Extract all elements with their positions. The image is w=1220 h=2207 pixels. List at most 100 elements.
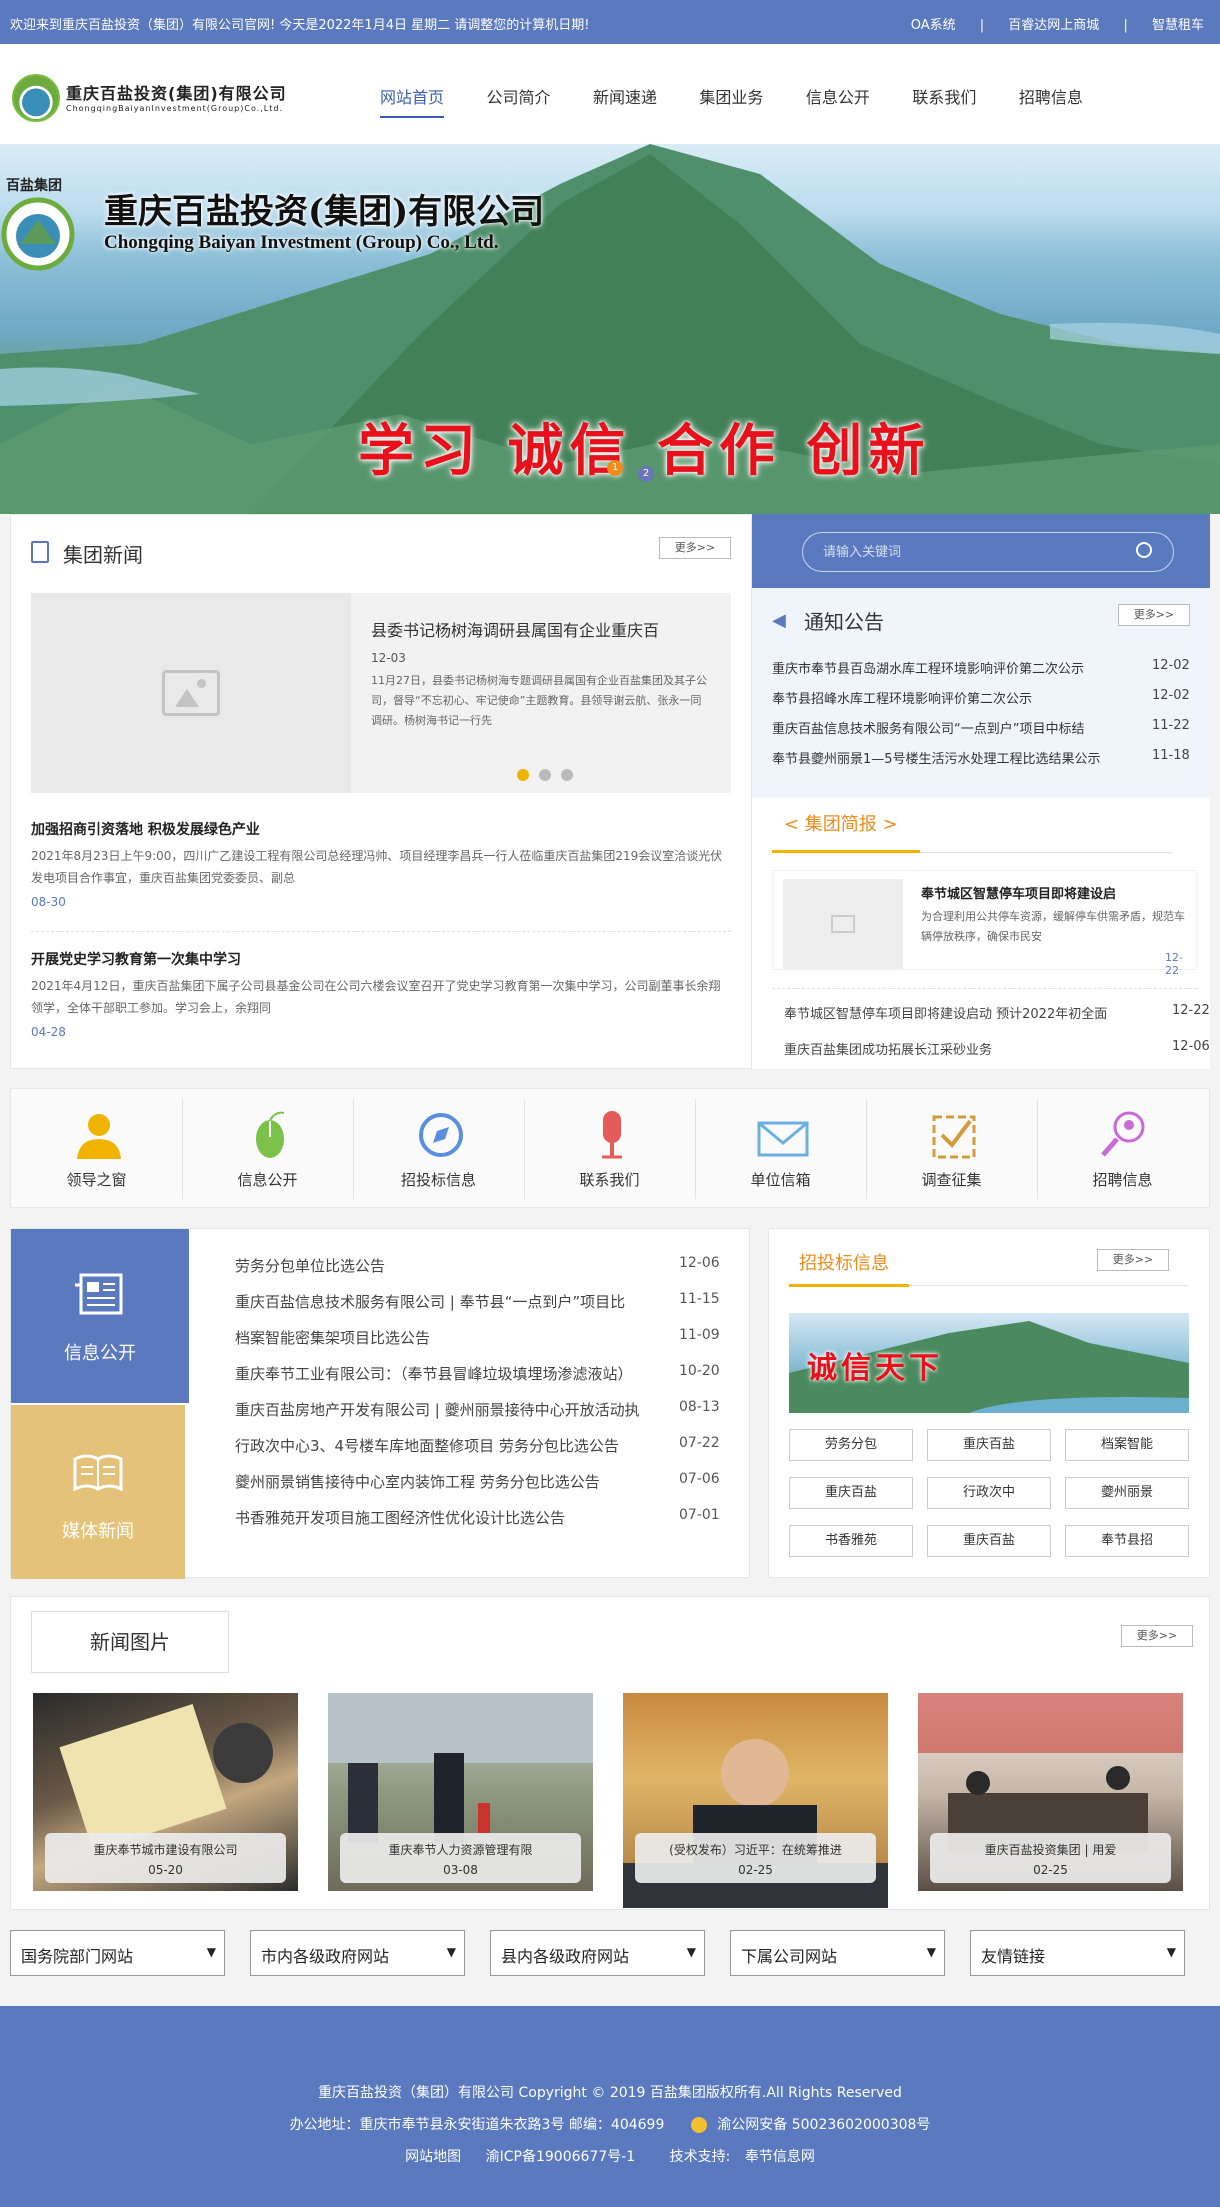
news-picture-card[interactable]: 重庆奉节城市建设有限公司 05-20 xyxy=(33,1693,298,1891)
bidding-tag[interactable]: 劳务分包 xyxy=(789,1429,913,1461)
checklist-icon xyxy=(932,1115,976,1159)
info-list-item[interactable]: 行政次中心3、4号楼车库地面整修项目 劳务分包比选公告 xyxy=(235,1435,675,1456)
bidding-tag[interactable]: 重庆百盐 xyxy=(927,1525,1051,1557)
info-list-item[interactable]: 劳务分包单位比选公告 xyxy=(235,1255,675,1276)
info-list-item[interactable]: 重庆百盐房地产开发有限公司 | 夔州丽景接待中心开放活动执 xyxy=(235,1399,675,1420)
news-picture-card[interactable]: 重庆百盐投资集团 | 用爱 02-25 xyxy=(918,1693,1183,1891)
carousel-dot-2[interactable]: 2 xyxy=(638,466,654,482)
bidding-tag[interactable]: 夔州丽景 xyxy=(1065,1477,1189,1509)
bidding-underline xyxy=(789,1284,909,1287)
briefing-item[interactable]: 奉节城区智慧停车项目即将建设启动 预计2022年初全面 xyxy=(784,1003,1134,1022)
notice-date: 12-02 xyxy=(1152,688,1190,703)
featured-news-desc: 11月27日，县委书记杨树海专题调研县属国有企业百盐集团及其子公司，督导“不忘初… xyxy=(371,674,707,727)
chevron-down-icon: ▼ xyxy=(446,1945,456,1959)
notice-more-button[interactable]: 更多>> xyxy=(1118,604,1190,626)
briefing-panel: < 集团简报 > 奉节城区智慧停车项目即将建设启 为合理利用公共停车资源，缓解停… xyxy=(752,798,1210,1069)
info-list-date: 11-15 xyxy=(679,1291,720,1307)
footer-police-record[interactable]: 渝公网安备 50023602000308号 xyxy=(717,2117,930,2133)
news-picture-card[interactable]: 重庆奉节人力资源管理有限 03-08 xyxy=(328,1693,593,1891)
oa-system-link[interactable]: OA系统 xyxy=(911,18,956,33)
bidding-more-button[interactable]: 更多>> xyxy=(1097,1249,1169,1271)
search-input[interactable] xyxy=(802,532,1174,572)
hero-banner[interactable]: 百盐集团 重庆百盐投资(集团)有限公司 Chongqing Baiyan Inv… xyxy=(0,144,1220,514)
nav-info-public[interactable]: 信息公开 xyxy=(806,84,870,116)
info-list-date: 10-20 xyxy=(679,1363,720,1379)
quick-link-bidding[interactable]: 招投标信息 xyxy=(353,1089,524,1207)
online-mall-link[interactable]: 百睿达网上商城 xyxy=(1008,18,1099,33)
notice-item[interactable]: 重庆市奉节县百岛湖水库工程环境影响评价第二次公示 xyxy=(772,658,1142,677)
briefing-image xyxy=(783,879,903,969)
select-label: 友情链接 xyxy=(981,1947,1046,1966)
mail-icon xyxy=(757,1121,809,1157)
select-city-gov-sites[interactable]: 市内各级政府网站 ▼ xyxy=(250,1930,465,1976)
footer-sitemap-link[interactable]: 网站地图 xyxy=(405,2149,461,2165)
smart-car-rental-link[interactable]: 智慧租车 xyxy=(1152,18,1204,33)
main-nav: 网站首页 公司简介 新闻速递 集团业务 信息公开 联系我们 招聘信息 xyxy=(380,84,1121,118)
nav-home[interactable]: 网站首页 xyxy=(380,84,445,118)
info-list-item[interactable]: 重庆百盐信息技术服务有限公司 | 奉节县“一点到户”项目比 xyxy=(235,1291,675,1312)
search-icon[interactable] xyxy=(1136,542,1152,558)
group-news-more-button[interactable]: 更多>> xyxy=(659,537,731,559)
quick-link-jobs[interactable]: 招聘信息 xyxy=(1037,1089,1208,1207)
news-item-title[interactable]: 加强招商引资落地 积极发展绿色产业 xyxy=(31,819,731,839)
logo-chinese-name[interactable]: 重庆百盐投资(集团)有限公司 xyxy=(66,80,287,104)
nav-jobs[interactable]: 招聘信息 xyxy=(1019,84,1083,116)
tab-info-public[interactable]: 信息公开 xyxy=(11,1229,189,1403)
news-list-item[interactable]: 加强招商引资落地 积极发展绿色产业 2021年8月23日上午9:00，四川广乙建… xyxy=(31,819,731,909)
caption-date: 02-25 xyxy=(738,1863,773,1877)
quick-link-mailbox[interactable]: 单位信箱 xyxy=(695,1089,866,1207)
info-list-date: 07-01 xyxy=(679,1507,720,1523)
quick-link-leader[interactable]: 领导之窗 xyxy=(11,1089,182,1207)
info-list-item[interactable]: 重庆奉节工业有限公司：（奉节县冒峰垃圾填埋场渗滤液站） xyxy=(235,1363,675,1384)
nav-about[interactable]: 公司简介 xyxy=(486,84,550,116)
bidding-tag[interactable]: 行政次中 xyxy=(927,1477,1051,1509)
tab-media-news[interactable]: 媒体新闻 xyxy=(11,1405,185,1579)
info-list-item[interactable]: 书香雅苑开发项目施工图经济性优化设计比选公告 xyxy=(235,1507,675,1528)
bidding-tag[interactable]: 重庆百盐 xyxy=(789,1477,913,1509)
notice-item[interactable]: 奉节县夔州丽景1—5号楼生活污水处理工程比选结果公示 xyxy=(772,748,1142,767)
quick-link-survey[interactable]: 调查征集 xyxy=(866,1089,1037,1207)
slide-dot-2[interactable] xyxy=(539,769,551,781)
bidding-tag[interactable]: 重庆百盐 xyxy=(927,1429,1051,1461)
carousel-dot-1[interactable]: 1 xyxy=(607,460,623,476)
notice-item[interactable]: 重庆百盐信息技术服务有限公司“一点到户”项目中标结 xyxy=(772,718,1142,737)
select-state-council-sites[interactable]: 国务院部门网站 ▼ xyxy=(10,1930,225,1976)
select-friendly-links[interactable]: 友情链接 ▼ xyxy=(970,1930,1185,1976)
quick-link-info-public[interactable]: 信息公开 xyxy=(182,1089,353,1207)
news-list-item[interactable]: 开展党史学习教育第一次集中学习 2021年4月12日，重庆百盐集团下属子公司县基… xyxy=(31,949,731,1039)
news-pictures-more-button[interactable]: 更多>> xyxy=(1121,1625,1193,1647)
bidding-tag[interactable]: 书香雅苑 xyxy=(789,1525,913,1557)
quick-link-label: 单位信箱 xyxy=(750,1171,811,1189)
quick-link-contact[interactable]: 联系我们 xyxy=(524,1089,695,1207)
notice-item[interactable]: 奉节县招峰水库工程环境影响评价第二次公示 xyxy=(772,688,1142,707)
caption-text: 重庆奉节人力资源管理有限 xyxy=(388,1843,533,1857)
footer-icp-link[interactable]: 渝ICP备19006677号-1 xyxy=(486,2149,636,2165)
bidding-tag[interactable]: 奉节县招 xyxy=(1065,1525,1189,1557)
featured-news-card[interactable]: 县委书记杨树海调研县属国有企业重庆百 12-03 11月27日，县委书记杨树海专… xyxy=(31,593,731,793)
info-list-item[interactable]: 档案智能密集架项目比选公告 xyxy=(235,1327,675,1348)
briefing-item[interactable]: 重庆百盐集团成功拓展长江采砂业务 xyxy=(784,1039,1134,1058)
slide-dot-3[interactable] xyxy=(561,769,573,781)
briefing-featured-title[interactable]: 奉节城区智慧停车项目即将建设启 xyxy=(921,883,1116,902)
briefing-date: 12-06 xyxy=(1172,1039,1210,1054)
slide-dot-1[interactable] xyxy=(517,769,529,781)
company-logo-icon[interactable] xyxy=(12,74,60,122)
briefing-title[interactable]: < 集团简报 > xyxy=(784,810,898,836)
footer-support-link[interactable]: 奉节信息网 xyxy=(745,2149,815,2165)
select-label: 市内各级政府网站 xyxy=(261,1947,390,1966)
select-subsidiary-sites[interactable]: 下属公司网站 ▼ xyxy=(730,1930,945,1976)
nav-business[interactable]: 集团业务 xyxy=(699,84,763,116)
briefing-featured-card[interactable]: 奉节城区智慧停车项目即将建设启 为合理利用公共停车资源，缓解停车供需矛盾，规范车… xyxy=(772,870,1197,977)
nav-contact[interactable]: 联系我们 xyxy=(912,84,976,116)
featured-news-title[interactable]: 县委书记杨树海调研县属国有企业重庆百 xyxy=(371,617,711,641)
bidding-tag[interactable]: 档案智能 xyxy=(1065,1429,1189,1461)
select-county-gov-sites[interactable]: 县内各级政府网站 ▼ xyxy=(490,1930,705,1976)
quick-link-label: 信息公开 xyxy=(237,1171,298,1189)
news-item-date: 04-28 xyxy=(31,1025,66,1039)
bidding-banner-image[interactable]: 诚信天下 xyxy=(789,1313,1189,1413)
news-item-title[interactable]: 开展党史学习教育第一次集中学习 xyxy=(31,949,731,969)
info-list-item[interactable]: 夔州丽景销售接待中心室内装饰工程 劳务分包比选公告 xyxy=(235,1471,675,1492)
news-picture-caption: 重庆百盐投资集团 | 用爱 02-25 xyxy=(930,1833,1171,1883)
news-picture-card[interactable]: (受权发布）习近平：在统筹推进 02-25 xyxy=(623,1693,888,1908)
nav-news[interactable]: 新闻速递 xyxy=(593,84,657,116)
